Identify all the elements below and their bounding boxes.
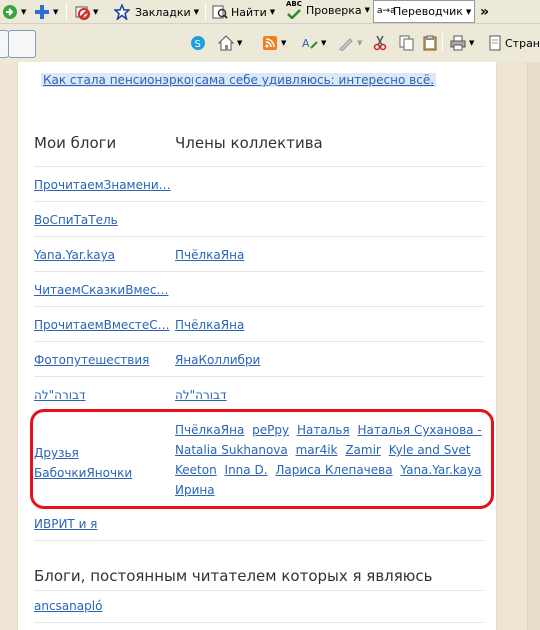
copy-button[interactable] (398, 33, 414, 53)
my-blogs-heading: Мои блоги (34, 134, 117, 152)
divider (34, 540, 484, 541)
back-button[interactable]: ▼ (2, 2, 26, 22)
home-icon (217, 35, 235, 51)
right-edge-strip (527, 62, 540, 630)
popup-blocked-icon (74, 4, 90, 20)
svg-text:S: S (195, 39, 201, 50)
spellcheck-button[interactable]: ABC Проверка ▼ (286, 0, 370, 20)
divider (34, 166, 484, 167)
translate-icon: a→a (377, 6, 396, 16)
page-icon (487, 35, 503, 51)
skype-button[interactable]: S (190, 33, 206, 53)
clipboard-icon (422, 35, 438, 51)
translator-label: Переводчик (393, 5, 463, 18)
spellcheck-icon: ABC (286, 0, 304, 20)
page-label: Стран (505, 36, 540, 50)
tag-link-pensioner[interactable]: Как стала пенсионэркой (41, 73, 201, 87)
spellcheck-badge: ABC (286, 0, 302, 8)
divider (34, 201, 484, 202)
toolbar-main: ▼ ▼ ▼ Закладки ▼ Найти ▼ ABC Проверка ▼ a→a… (0, 0, 540, 24)
page-viewport: Как стала пенсионэркой сама себе удивляю… (0, 62, 540, 630)
member-link[interactable]: דבורה"לה (175, 388, 227, 402)
find-button[interactable]: Найти ▼ (212, 2, 275, 22)
blog-link[interactable]: ПрочитаемЗнамени… (34, 178, 171, 192)
research-icon: A (302, 35, 318, 51)
blog-link[interactable]: ancsanapló (34, 599, 102, 613)
blog-content: Как стала пенсионэркой сама себе удивляю… (17, 62, 497, 630)
divider (34, 236, 484, 237)
cut-button[interactable] (372, 33, 388, 53)
divider (34, 590, 484, 591)
page-menu-button[interactable]: Стран (487, 33, 540, 53)
blog-link[interactable]: דבורה"לה (34, 388, 86, 402)
copy-icon (398, 35, 414, 51)
find-label: Найти (231, 5, 267, 19)
find-icon (212, 4, 228, 20)
member-link[interactable]: ПчёлкаЯна (175, 318, 244, 332)
plus-icon (34, 4, 50, 20)
more-tools-button[interactable]: » (480, 2, 489, 22)
blog-link[interactable]: ЧитаемСказкиВмес… (34, 283, 168, 297)
highlight-annotation (30, 409, 494, 509)
translator-button[interactable]: a→a Переводчик ▼ (373, 0, 476, 23)
member-link[interactable]: ПчёлкаЯна (175, 248, 244, 262)
bookmarks-label: Закладки (135, 5, 191, 19)
blog-link[interactable]: ВоСпиТаТель (34, 213, 118, 227)
research-button[interactable]: A ▼ (302, 33, 326, 53)
divider (34, 306, 484, 307)
blog-link[interactable]: ПрочитаемВместеС… (34, 318, 170, 332)
divider (34, 341, 484, 342)
add-button[interactable]: ▼ (34, 2, 58, 22)
skype-icon: S (190, 35, 206, 51)
bookmarks-button[interactable]: Закладки ▼ (113, 2, 199, 22)
tag-link-curious[interactable]: сама себе удивляюсь: интересно всё. (193, 73, 437, 87)
print-button[interactable]: ▼ (450, 33, 474, 53)
paste-button[interactable] (422, 33, 438, 53)
divider (34, 271, 484, 272)
blog-link[interactable]: Фотопутешествия (34, 353, 149, 367)
popup-blocker-button[interactable]: ▼ (74, 2, 98, 22)
blog-link[interactable]: ИВРИТ и я (34, 517, 97, 531)
feeds-button[interactable]: ▼ (262, 33, 286, 53)
divider (34, 622, 484, 623)
tab-active[interactable] (8, 30, 36, 58)
blog-link[interactable]: Yana.Yar.kaya (34, 248, 115, 262)
printer-icon (450, 35, 466, 51)
home-button[interactable]: ▼ (217, 33, 242, 53)
toolbar-command: S ▼ ▼ A ▼ ▼ ▼ Стран (0, 24, 540, 62)
reader-blogs-heading: Блоги, постоянным читателем которых я яв… (34, 567, 433, 585)
members-heading: Члены коллектива (175, 134, 323, 152)
star-icon (113, 2, 131, 21)
green-arrow-icon (2, 4, 18, 20)
pencil-icon (338, 35, 354, 52)
svg-text:A: A (302, 37, 310, 50)
edit-button[interactable]: ▼ (338, 33, 362, 53)
spellcheck-label: Проверка (306, 3, 362, 17)
divider (34, 376, 484, 377)
member-link[interactable]: ЯнаКоллибри (175, 353, 260, 367)
rss-icon (262, 35, 278, 51)
scissors-icon (372, 35, 388, 51)
